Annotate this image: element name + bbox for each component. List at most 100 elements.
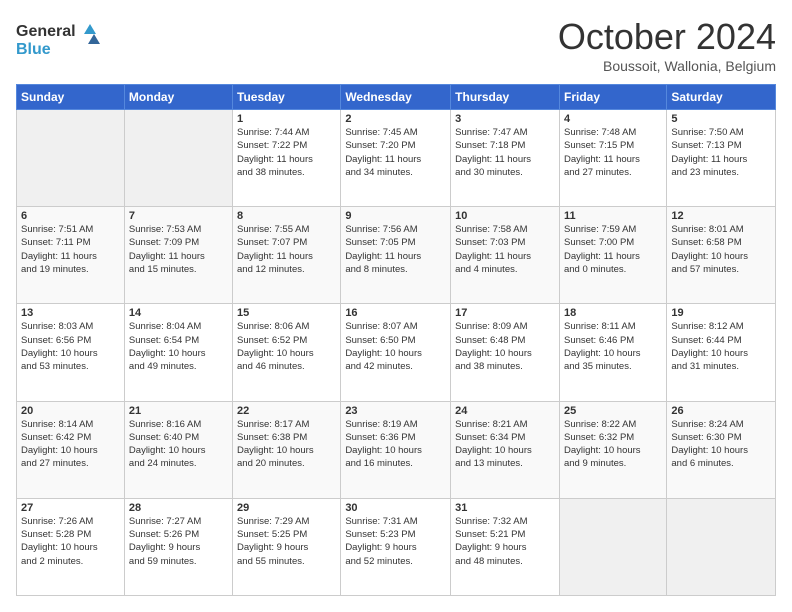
calendar-cell: 16Sunrise: 8:07 AM Sunset: 6:50 PM Dayli…: [341, 304, 451, 401]
logo: General Blue: [16, 16, 106, 66]
day-number: 6: [21, 210, 120, 222]
calendar-cell: 24Sunrise: 8:21 AM Sunset: 6:34 PM Dayli…: [451, 401, 560, 498]
calendar-week-row: 20Sunrise: 8:14 AM Sunset: 6:42 PM Dayli…: [17, 401, 776, 498]
day-number: 14: [129, 307, 228, 319]
calendar-cell: 15Sunrise: 8:06 AM Sunset: 6:52 PM Dayli…: [233, 304, 341, 401]
calendar-week-row: 1Sunrise: 7:44 AM Sunset: 7:22 PM Daylig…: [17, 110, 776, 207]
calendar-cell: 12Sunrise: 8:01 AM Sunset: 6:58 PM Dayli…: [667, 207, 776, 304]
day-number: 24: [455, 405, 555, 417]
day-info: Sunrise: 7:53 AM Sunset: 7:09 PM Dayligh…: [129, 223, 228, 276]
day-info: Sunrise: 8:04 AM Sunset: 6:54 PM Dayligh…: [129, 320, 228, 373]
day-info: Sunrise: 8:22 AM Sunset: 6:32 PM Dayligh…: [564, 418, 662, 471]
day-number: 10: [455, 210, 555, 222]
calendar-cell: 26Sunrise: 8:24 AM Sunset: 6:30 PM Dayli…: [667, 401, 776, 498]
day-header: Tuesday: [233, 85, 341, 110]
calendar-cell: 1Sunrise: 7:44 AM Sunset: 7:22 PM Daylig…: [233, 110, 341, 207]
day-number: 13: [21, 307, 120, 319]
calendar-cell: 13Sunrise: 8:03 AM Sunset: 6:56 PM Dayli…: [17, 304, 125, 401]
day-number: 15: [237, 307, 336, 319]
day-info: Sunrise: 7:32 AM Sunset: 5:21 PM Dayligh…: [455, 515, 555, 568]
calendar-cell: 8Sunrise: 7:55 AM Sunset: 7:07 PM Daylig…: [233, 207, 341, 304]
day-number: 3: [455, 113, 555, 125]
calendar-cell: 27Sunrise: 7:26 AM Sunset: 5:28 PM Dayli…: [17, 498, 125, 595]
calendar-cell: [17, 110, 125, 207]
day-info: Sunrise: 8:14 AM Sunset: 6:42 PM Dayligh…: [21, 418, 120, 471]
day-info: Sunrise: 7:48 AM Sunset: 7:15 PM Dayligh…: [564, 126, 662, 179]
calendar-cell: 14Sunrise: 8:04 AM Sunset: 6:54 PM Dayli…: [124, 304, 232, 401]
calendar-cell: 18Sunrise: 8:11 AM Sunset: 6:46 PM Dayli…: [559, 304, 666, 401]
day-header: Friday: [559, 85, 666, 110]
day-info: Sunrise: 7:26 AM Sunset: 5:28 PM Dayligh…: [21, 515, 120, 568]
calendar-cell: 7Sunrise: 7:53 AM Sunset: 7:09 PM Daylig…: [124, 207, 232, 304]
calendar-cell: 30Sunrise: 7:31 AM Sunset: 5:23 PM Dayli…: [341, 498, 451, 595]
page: General Blue October 2024 Boussoit, Wall…: [0, 0, 792, 612]
logo-content: General Blue: [16, 16, 106, 66]
calendar-cell: 19Sunrise: 8:12 AM Sunset: 6:44 PM Dayli…: [667, 304, 776, 401]
day-info: Sunrise: 8:11 AM Sunset: 6:46 PM Dayligh…: [564, 320, 662, 373]
day-info: Sunrise: 8:21 AM Sunset: 6:34 PM Dayligh…: [455, 418, 555, 471]
day-info: Sunrise: 7:47 AM Sunset: 7:18 PM Dayligh…: [455, 126, 555, 179]
day-info: Sunrise: 7:59 AM Sunset: 7:00 PM Dayligh…: [564, 223, 662, 276]
day-header: Sunday: [17, 85, 125, 110]
day-number: 17: [455, 307, 555, 319]
calendar-body: 1Sunrise: 7:44 AM Sunset: 7:22 PM Daylig…: [17, 110, 776, 596]
day-header: Wednesday: [341, 85, 451, 110]
calendar-cell: 4Sunrise: 7:48 AM Sunset: 7:15 PM Daylig…: [559, 110, 666, 207]
calendar-cell: 22Sunrise: 8:17 AM Sunset: 6:38 PM Dayli…: [233, 401, 341, 498]
day-info: Sunrise: 7:31 AM Sunset: 5:23 PM Dayligh…: [345, 515, 446, 568]
day-number: 21: [129, 405, 228, 417]
day-number: 30: [345, 502, 446, 514]
calendar-cell: 31Sunrise: 7:32 AM Sunset: 5:21 PM Dayli…: [451, 498, 560, 595]
day-number: 9: [345, 210, 446, 222]
day-number: 12: [671, 210, 771, 222]
day-info: Sunrise: 8:12 AM Sunset: 6:44 PM Dayligh…: [671, 320, 771, 373]
day-header: Monday: [124, 85, 232, 110]
day-info: Sunrise: 7:29 AM Sunset: 5:25 PM Dayligh…: [237, 515, 336, 568]
calendar-cell: [559, 498, 666, 595]
day-info: Sunrise: 8:17 AM Sunset: 6:38 PM Dayligh…: [237, 418, 336, 471]
title-section: October 2024 Boussoit, Wallonia, Belgium: [558, 16, 776, 74]
day-number: 4: [564, 113, 662, 125]
day-number: 16: [345, 307, 446, 319]
calendar-week-row: 13Sunrise: 8:03 AM Sunset: 6:56 PM Dayli…: [17, 304, 776, 401]
day-info: Sunrise: 8:16 AM Sunset: 6:40 PM Dayligh…: [129, 418, 228, 471]
calendar-cell: 5Sunrise: 7:50 AM Sunset: 7:13 PM Daylig…: [667, 110, 776, 207]
calendar-cell: 23Sunrise: 8:19 AM Sunset: 6:36 PM Dayli…: [341, 401, 451, 498]
calendar-cell: 10Sunrise: 7:58 AM Sunset: 7:03 PM Dayli…: [451, 207, 560, 304]
day-info: Sunrise: 7:45 AM Sunset: 7:20 PM Dayligh…: [345, 126, 446, 179]
calendar-week-row: 27Sunrise: 7:26 AM Sunset: 5:28 PM Dayli…: [17, 498, 776, 595]
calendar-cell: 6Sunrise: 7:51 AM Sunset: 7:11 PM Daylig…: [17, 207, 125, 304]
svg-text:Blue: Blue: [16, 41, 51, 58]
day-info: Sunrise: 7:58 AM Sunset: 7:03 PM Dayligh…: [455, 223, 555, 276]
calendar-cell: 3Sunrise: 7:47 AM Sunset: 7:18 PM Daylig…: [451, 110, 560, 207]
day-number: 22: [237, 405, 336, 417]
day-number: 20: [21, 405, 120, 417]
day-info: Sunrise: 8:01 AM Sunset: 6:58 PM Dayligh…: [671, 223, 771, 276]
calendar-cell: [124, 110, 232, 207]
day-number: 27: [21, 502, 120, 514]
day-info: Sunrise: 8:06 AM Sunset: 6:52 PM Dayligh…: [237, 320, 336, 373]
day-info: Sunrise: 7:44 AM Sunset: 7:22 PM Dayligh…: [237, 126, 336, 179]
day-number: 5: [671, 113, 771, 125]
location: Boussoit, Wallonia, Belgium: [558, 58, 776, 74]
day-info: Sunrise: 7:51 AM Sunset: 7:11 PM Dayligh…: [21, 223, 120, 276]
day-info: Sunrise: 8:19 AM Sunset: 6:36 PM Dayligh…: [345, 418, 446, 471]
svg-text:General: General: [16, 23, 76, 40]
day-info: Sunrise: 7:55 AM Sunset: 7:07 PM Dayligh…: [237, 223, 336, 276]
day-number: 11: [564, 210, 662, 222]
month-title: October 2024: [558, 16, 776, 58]
day-info: Sunrise: 8:24 AM Sunset: 6:30 PM Dayligh…: [671, 418, 771, 471]
calendar-cell: 21Sunrise: 8:16 AM Sunset: 6:40 PM Dayli…: [124, 401, 232, 498]
calendar-cell: 11Sunrise: 7:59 AM Sunset: 7:00 PM Dayli…: [559, 207, 666, 304]
day-info: Sunrise: 8:09 AM Sunset: 6:48 PM Dayligh…: [455, 320, 555, 373]
day-header: Thursday: [451, 85, 560, 110]
day-number: 1: [237, 113, 336, 125]
day-info: Sunrise: 7:27 AM Sunset: 5:26 PM Dayligh…: [129, 515, 228, 568]
calendar-table: SundayMondayTuesdayWednesdayThursdayFrid…: [16, 84, 776, 596]
day-info: Sunrise: 7:50 AM Sunset: 7:13 PM Dayligh…: [671, 126, 771, 179]
calendar-week-row: 6Sunrise: 7:51 AM Sunset: 7:11 PM Daylig…: [17, 207, 776, 304]
calendar-cell: [667, 498, 776, 595]
day-info: Sunrise: 8:07 AM Sunset: 6:50 PM Dayligh…: [345, 320, 446, 373]
calendar-header-row: SundayMondayTuesdayWednesdayThursdayFrid…: [17, 85, 776, 110]
day-number: 7: [129, 210, 228, 222]
